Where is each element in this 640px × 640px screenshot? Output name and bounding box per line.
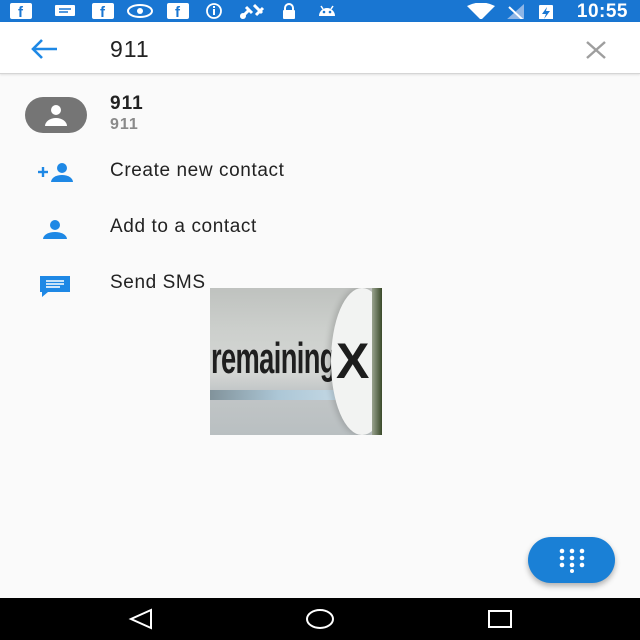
message-icon bbox=[55, 5, 75, 16]
action-label: Send SMS bbox=[110, 272, 206, 293]
search-bar bbox=[0, 22, 640, 74]
search-input[interactable] bbox=[110, 34, 550, 64]
add-person-icon bbox=[38, 163, 73, 182]
recents-icon[interactable] bbox=[487, 608, 513, 630]
action-label: Create new contact bbox=[110, 160, 285, 181]
remaining-popup[interactable]: remaining X bbox=[210, 288, 382, 435]
navigation-bar bbox=[0, 598, 640, 640]
create-new-contact-action[interactable]: Create new contact bbox=[0, 148, 640, 198]
facebook-icon: f bbox=[92, 3, 114, 19]
add-to-contact-action[interactable]: Add to a contact bbox=[0, 204, 640, 254]
back-arrow-icon[interactable] bbox=[30, 38, 60, 60]
dialpad-button[interactable] bbox=[528, 537, 615, 583]
contact-number: 911 bbox=[110, 116, 139, 133]
lock-icon bbox=[283, 3, 295, 19]
contact-name: 911 bbox=[110, 93, 144, 114]
status-bar: f f f 10:55 bbox=[0, 0, 640, 22]
info-icon bbox=[206, 3, 222, 19]
satellite-icon bbox=[239, 3, 265, 19]
signal-icon bbox=[507, 4, 524, 19]
back-icon[interactable] bbox=[128, 608, 154, 630]
home-icon[interactable] bbox=[305, 608, 335, 630]
eye-icon bbox=[127, 4, 153, 18]
action-label: Add to a contact bbox=[110, 216, 257, 237]
message-icon bbox=[40, 276, 70, 297]
person-icon bbox=[45, 105, 67, 126]
status-time: 10:55 bbox=[576, 1, 628, 22]
battery-charging-icon bbox=[539, 5, 553, 19]
popup-edge bbox=[372, 288, 382, 435]
popup-text: remaining bbox=[211, 334, 336, 383]
clear-search-icon[interactable] bbox=[584, 38, 608, 62]
facebook-icon: f bbox=[10, 3, 32, 19]
android-icon bbox=[319, 5, 335, 16]
person-icon bbox=[43, 220, 67, 239]
avatar bbox=[25, 97, 87, 133]
close-icon[interactable]: X bbox=[336, 332, 369, 390]
facebook-icon: f bbox=[167, 3, 189, 19]
dialpad-icon bbox=[559, 548, 585, 573]
wifi-icon bbox=[467, 3, 495, 19]
